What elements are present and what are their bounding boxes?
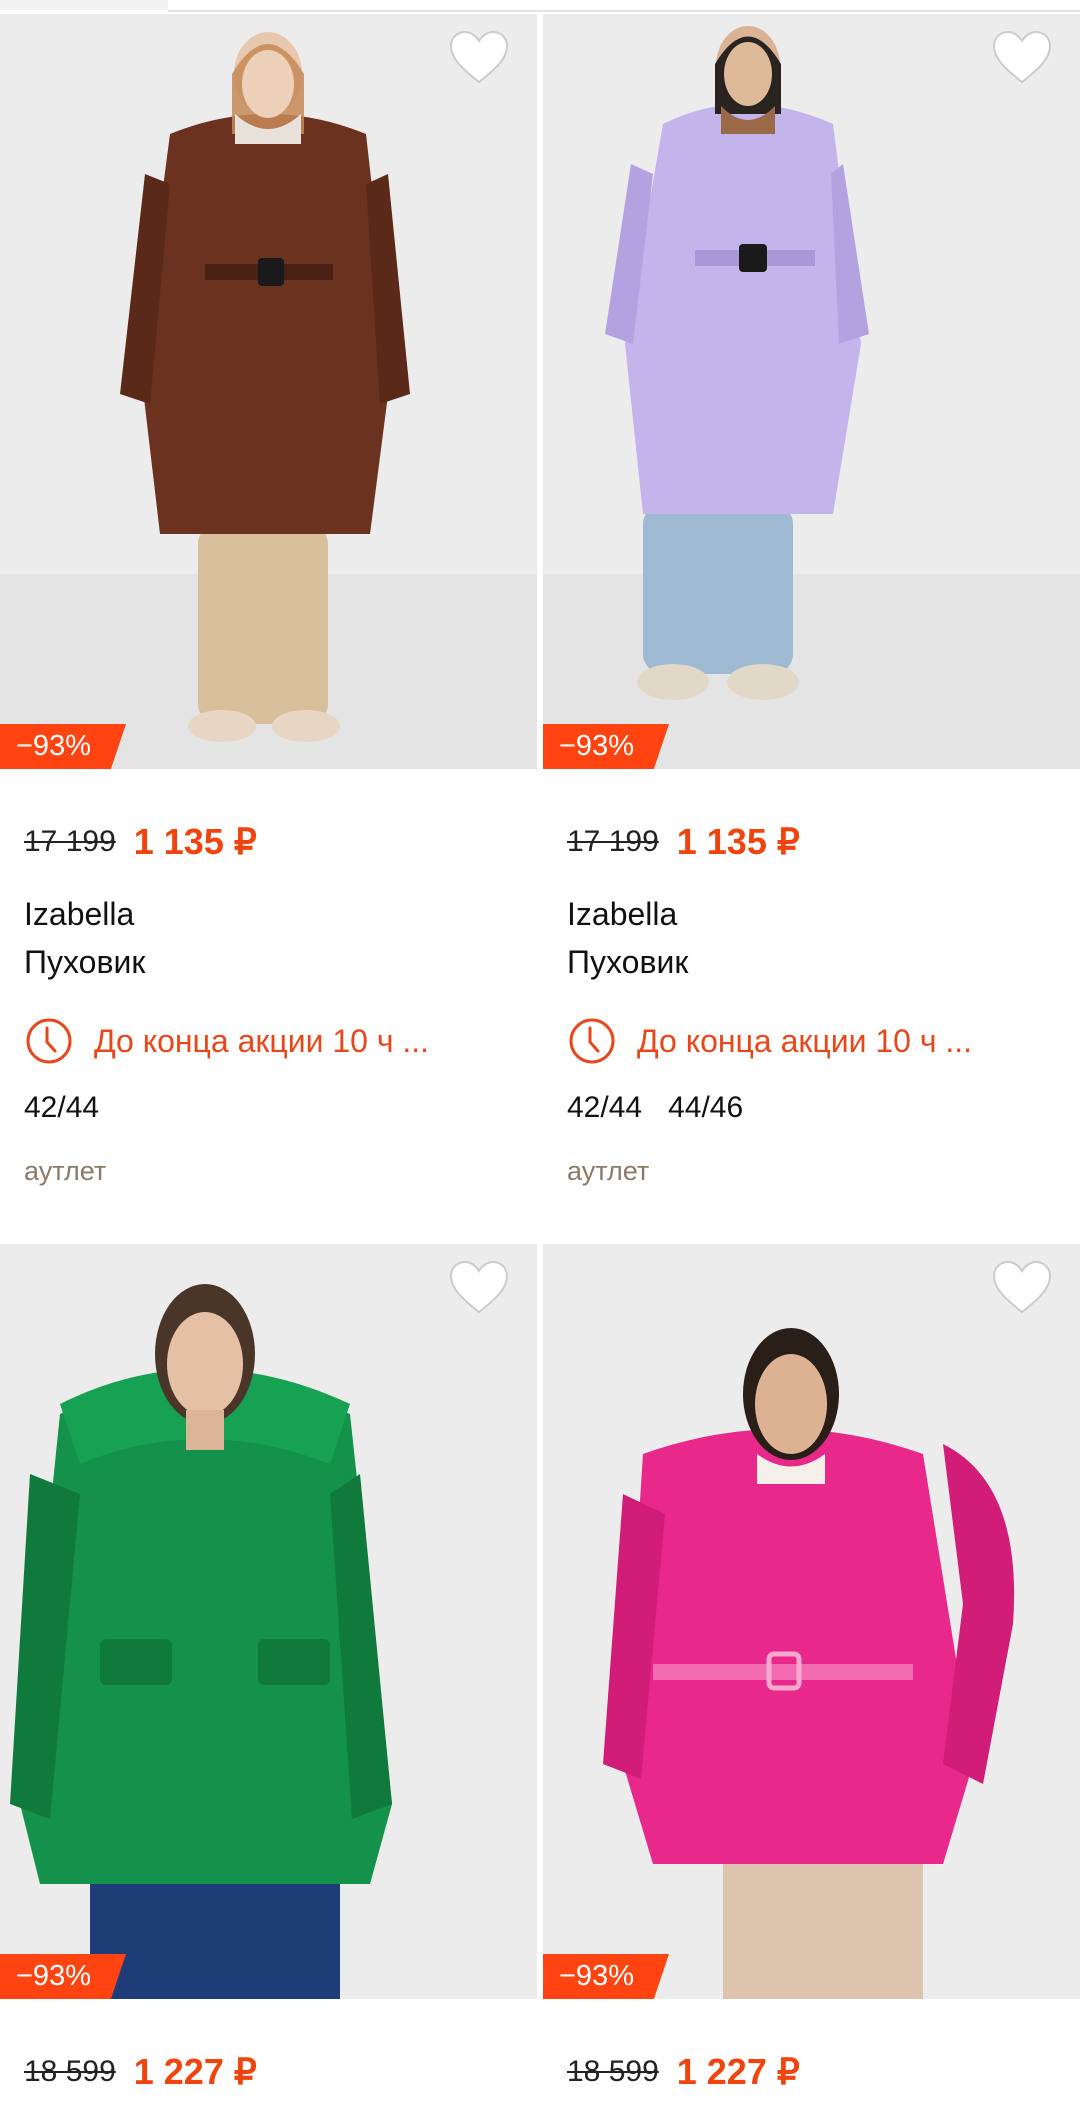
product-type: Пуховик — [567, 944, 689, 980]
price-row: 17 199 1 135 ₽ — [567, 821, 800, 863]
price-row: 18 599 1 227 ₽ — [24, 2051, 257, 2093]
discount-badge: −93% — [543, 724, 669, 769]
brand-name: Izabella — [24, 896, 135, 932]
product-image — [0, 1244, 537, 1999]
discount-badge: −93% — [543, 1954, 669, 1999]
outlet-tag: аутлет — [24, 1156, 107, 1186]
price-row: 18 599 1 227 ₽ — [567, 2051, 800, 2093]
product-card[interactable]: −93% 17 199 1 135 ₽ Izabella Пуховик До к… — [543, 14, 1080, 1244]
product-image — [0, 14, 537, 769]
favorite-heart-icon[interactable] — [447, 28, 511, 88]
new-price: 1 227 ₽ — [133, 2051, 257, 2092]
size-item: 42/44 — [24, 1091, 100, 1124]
size-item: 44/46 — [668, 1091, 744, 1124]
size-item: 42/44 — [567, 1091, 643, 1124]
old-price: 17 199 — [24, 825, 116, 858]
promo-text: До конца акции 10 ч ... — [94, 1022, 430, 1059]
product-image — [543, 1244, 1080, 1999]
promo-text: До конца акции 10 ч ... — [637, 1022, 973, 1059]
favorite-heart-icon[interactable] — [447, 1258, 511, 1318]
product-photo[interactable]: −93% — [543, 1244, 1080, 1999]
product-card[interactable]: −93% 17 199 1 135 ₽ Izabella Пуховик До к… — [0, 14, 537, 1244]
size-list: 42/44 — [24, 1091, 99, 1125]
clock-icon — [569, 1018, 615, 1064]
promo-timer: До конца акции 10 ч ... — [567, 1013, 1067, 1069]
tab-strip — [0, 0, 168, 10]
old-price: 17 199 — [567, 825, 659, 858]
product-photo[interactable]: −93% — [543, 14, 1080, 769]
size-list: 42/44 44/46 — [567, 1091, 743, 1125]
product-image — [543, 14, 1080, 769]
brand-name: Izabella — [567, 896, 678, 932]
top-bar — [0, 0, 1080, 14]
new-price: 1 227 ₽ — [676, 2051, 800, 2092]
product-photo[interactable]: −93% — [0, 14, 537, 769]
discount-badge: −93% — [0, 724, 126, 769]
old-price: 18 599 — [567, 2055, 659, 2088]
old-price: 18 599 — [24, 2055, 116, 2088]
product-type: Пуховик — [24, 944, 146, 980]
new-price: 1 135 ₽ — [676, 821, 800, 862]
clock-icon — [26, 1018, 72, 1064]
new-price: 1 135 ₽ — [133, 821, 257, 862]
favorite-heart-icon[interactable] — [990, 28, 1054, 88]
product-card[interactable]: −93% 18 599 1 227 ₽ — [0, 1244, 537, 2124]
discount-badge: −93% — [0, 1954, 126, 1999]
favorite-heart-icon[interactable] — [990, 1258, 1054, 1318]
top-divider — [168, 10, 1080, 12]
product-photo[interactable]: −93% — [0, 1244, 537, 1999]
price-row: 17 199 1 135 ₽ — [24, 821, 257, 863]
outlet-tag: аутлет — [567, 1156, 650, 1186]
promo-timer: До конца акции 10 ч ... — [24, 1013, 524, 1069]
product-card[interactable]: −93% 18 599 1 227 ₽ — [543, 1244, 1080, 2124]
